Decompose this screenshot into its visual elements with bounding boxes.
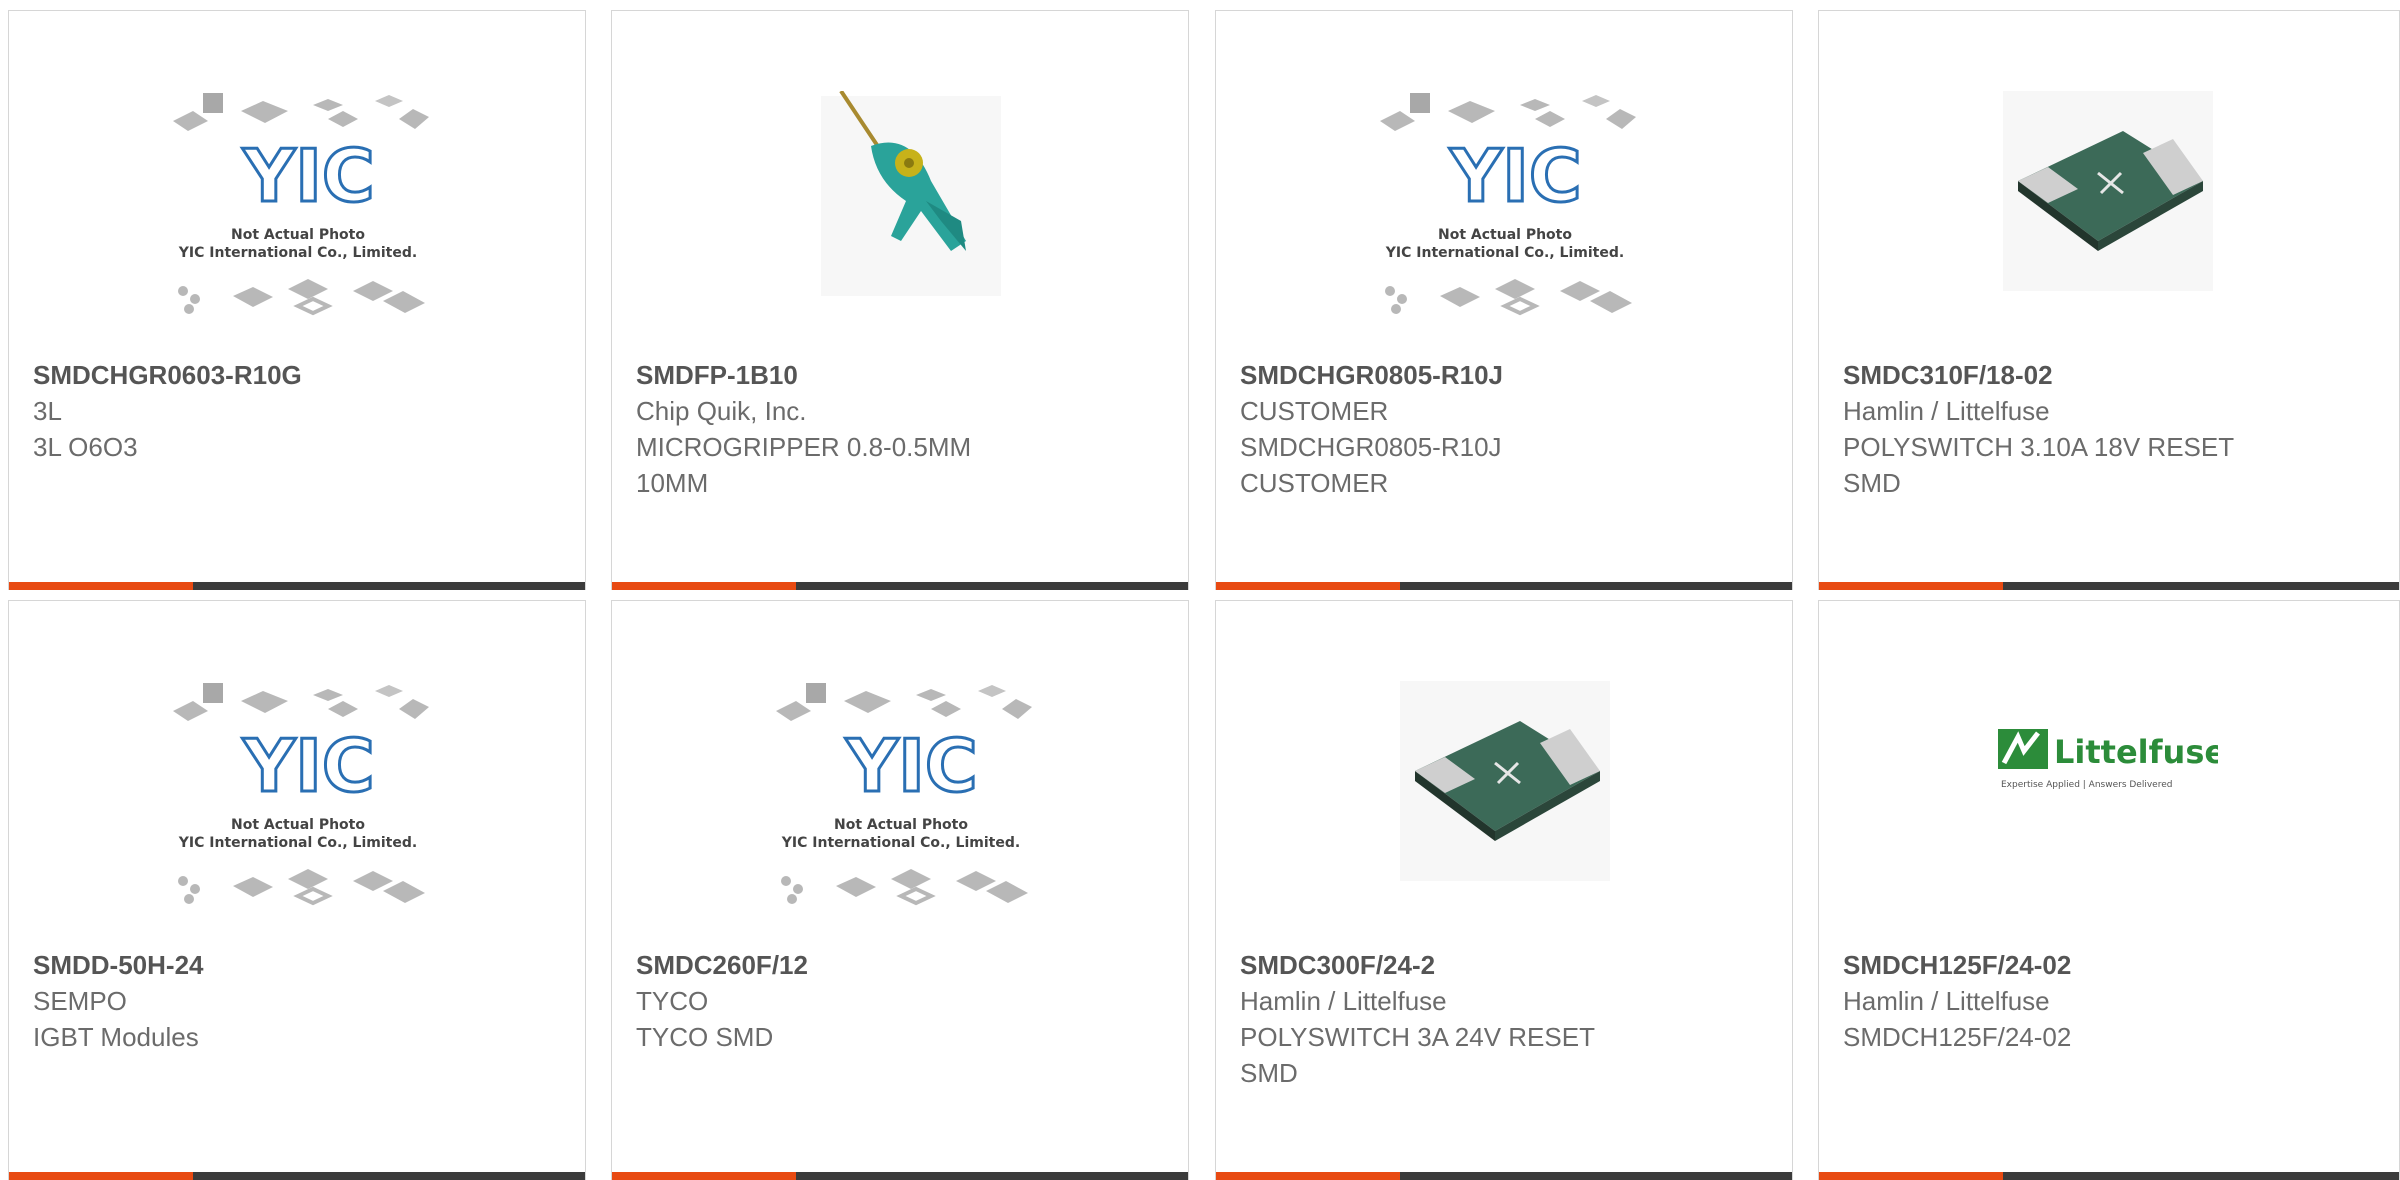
product-card[interactable]: SMDFP-1B10 Chip Quik, Inc. MICROGRIPPER … xyxy=(611,10,1189,590)
product-info: SMDFP-1B10 Chip Quik, Inc. MICROGRIPPER … xyxy=(636,357,1164,501)
product-card[interactable]: SMDC310F/18-02 Hamlin / Littelfuse POLYS… xyxy=(1818,10,2400,590)
card-bottom-bar xyxy=(9,1172,585,1180)
svg-text:Littelfuse: Littelfuse xyxy=(2054,733,2218,771)
card-bottom-bar xyxy=(9,582,585,590)
product-card[interactable]: YIC Not Actual Photo YIC International C… xyxy=(611,600,1189,1180)
product-card[interactable]: YIC Not Actual Photo YIC International C… xyxy=(1215,10,1793,590)
yic-placeholder-image: YIC Not Actual Photo YIC International C… xyxy=(612,681,1188,951)
description: SMDCH125F/24-02 xyxy=(1843,1022,2072,1052)
card-bottom-bar xyxy=(612,1172,1188,1180)
svg-text:YIC International Co., Limited: YIC International Co., Limited. xyxy=(178,835,417,851)
littelfuse-logo: Littelfuse Expertise Applied | Answers D… xyxy=(1819,681,2397,951)
svg-text:YIC International Co., Limited: YIC International Co., Limited. xyxy=(781,835,1020,851)
product-card[interactable]: YIC Not Actual Photo YIC International C… xyxy=(8,600,586,1180)
description: POLYSWITCH 3.10A 18V RESET SMD xyxy=(1843,432,2234,498)
part-number-link[interactable]: SMDCHGR0603-R10G xyxy=(33,357,561,393)
svg-text:YIC International Co., Limited: YIC International Co., Limited. xyxy=(178,245,417,261)
description: MICROGRIPPER 0.8-0.5MM 10MM xyxy=(636,432,972,498)
product-card[interactable]: Littelfuse Expertise Applied | Answers D… xyxy=(1818,600,2400,1180)
description: TYCO SMD xyxy=(636,1022,774,1052)
manufacturer: Hamlin / Littelfuse xyxy=(1843,396,2050,426)
card-bottom-bar xyxy=(1819,582,2399,590)
svg-text:Not Actual Photo: Not Actual Photo xyxy=(231,817,365,833)
svg-text:YIC International Co., Limited: YIC International Co., Limited. xyxy=(1385,245,1624,261)
svg-text:YIC: YIC xyxy=(242,134,375,218)
part-number-link[interactable]: SMDC310F/18-02 xyxy=(1843,357,2375,393)
svg-text:YIC: YIC xyxy=(1449,134,1582,218)
product-info: SMDCHGR0805-R10J CUSTOMER SMDCHGR0805-R1… xyxy=(1240,357,1768,501)
manufacturer: Chip Quik, Inc. xyxy=(636,396,807,426)
description: 3L O6O3 xyxy=(33,432,138,462)
part-number-link[interactable]: SMDCH125F/24-02 xyxy=(1843,947,2375,983)
svg-text:Not Actual Photo: Not Actual Photo xyxy=(1438,227,1572,243)
product-info: SMDCHGR0603-R10G 3L 3L O6O3 xyxy=(33,357,561,465)
manufacturer: 3L xyxy=(33,396,62,426)
card-bottom-bar xyxy=(612,582,1188,590)
yic-placeholder-image: YIC Not Actual Photo YIC International C… xyxy=(1216,91,1792,361)
yic-placeholder-image: YIC Not Actual Photo YIC International C… xyxy=(9,91,585,361)
card-bottom-bar xyxy=(1819,1172,2399,1180)
svg-text:Not Actual Photo: Not Actual Photo xyxy=(834,817,968,833)
polyswitch-image xyxy=(1216,681,1792,951)
product-info: SMDC300F/24-2 Hamlin / Littelfuse POLYSW… xyxy=(1240,947,1768,1091)
product-card[interactable]: YIC Not Actual Photo YIC International C… xyxy=(8,10,586,590)
part-number-link[interactable]: SMDD-50H-24 xyxy=(33,947,561,983)
description: IGBT Modules xyxy=(33,1022,199,1052)
product-card[interactable]: SMDC300F/24-2 Hamlin / Littelfuse POLYSW… xyxy=(1215,600,1793,1180)
manufacturer: SEMPO xyxy=(33,986,127,1016)
svg-text:YIC: YIC xyxy=(845,724,978,808)
part-number-link[interactable]: SMDC260F/12 xyxy=(636,947,1164,983)
product-info: SMDC310F/18-02 Hamlin / Littelfuse POLYS… xyxy=(1843,357,2375,501)
manufacturer: Hamlin / Littelfuse xyxy=(1240,986,1447,1016)
manufacturer: Hamlin / Littelfuse xyxy=(1843,986,2050,1016)
yic-placeholder-image: YIC Not Actual Photo YIC International C… xyxy=(9,681,585,951)
product-info: SMDCH125F/24-02 Hamlin / Littelfuse SMDC… xyxy=(1843,947,2375,1055)
product-info: SMDC260F/12 TYCO TYCO SMD xyxy=(636,947,1164,1055)
description: POLYSWITCH 3A 24V RESET SMD xyxy=(1240,1022,1595,1088)
card-bottom-bar xyxy=(1216,582,1792,590)
microgripper-image xyxy=(612,91,1188,361)
svg-text:Expertise Applied | Answers De: Expertise Applied | Answers Delivered xyxy=(2001,780,2172,790)
part-number-link[interactable]: SMDCHGR0805-R10J xyxy=(1240,357,1768,393)
polyswitch-image xyxy=(1819,91,2397,361)
part-number-link[interactable]: SMDC300F/24-2 xyxy=(1240,947,1768,983)
product-grid: YIC Not Actual Photo YIC International C… xyxy=(0,0,2400,1180)
product-info: SMDD-50H-24 SEMPO IGBT Modules xyxy=(33,947,561,1055)
part-number-link[interactable]: SMDFP-1B10 xyxy=(636,357,1164,393)
svg-text:YIC: YIC xyxy=(242,724,375,808)
svg-text:Not Actual Photo: Not Actual Photo xyxy=(231,227,365,243)
manufacturer: CUSTOMER xyxy=(1240,396,1389,426)
description: SMDCHGR0805-R10J CUSTOMER xyxy=(1240,432,1502,498)
card-bottom-bar xyxy=(1216,1172,1792,1180)
manufacturer: TYCO xyxy=(636,986,709,1016)
